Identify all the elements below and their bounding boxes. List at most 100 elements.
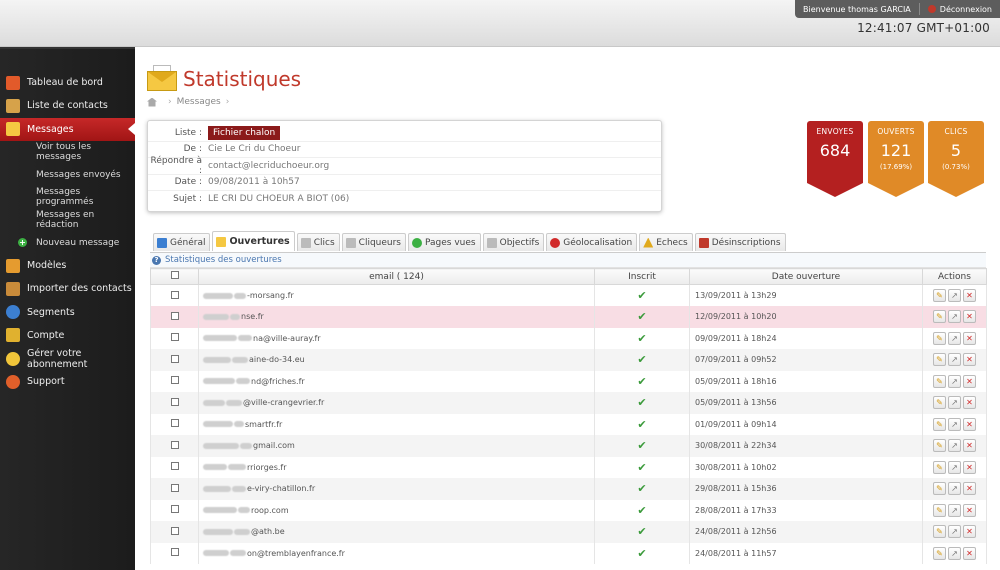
tab-clickers[interactable]: Cliqueurs — [341, 233, 406, 251]
delete-icon[interactable]: ✕ — [963, 546, 976, 560]
sidebar-sub-draft-messages[interactable]: Messages en rédaction — [0, 209, 135, 232]
check-icon: ✔ — [637, 374, 647, 388]
sidebar-item-segments[interactable]: Segments — [0, 300, 135, 323]
cursor-icon[interactable]: ↗ — [948, 439, 961, 453]
column-header-email[interactable]: email ( 124) — [198, 268, 595, 285]
delete-icon[interactable]: ✕ — [963, 439, 976, 453]
sidebar-item-subscription[interactable]: Gérer votre abonnement — [0, 347, 135, 370]
row-checkbox[interactable] — [170, 440, 179, 449]
edit-icon[interactable]: ✎ — [933, 289, 946, 302]
row-checkbox[interactable] — [170, 462, 179, 471]
delete-icon[interactable]: ✕ — [963, 310, 976, 324]
cursor-icon[interactable]: ↗ — [948, 546, 961, 560]
row-checkbox[interactable] — [170, 548, 179, 557]
cursor-icon[interactable]: ↗ — [948, 525, 961, 539]
table-row: e-viry-chatillon.fr ✔ 29/08/2011 à 15h36… — [150, 478, 987, 500]
sidebar-item-templates[interactable]: Modèles — [0, 254, 135, 277]
cursor-icon[interactable]: ↗ — [948, 482, 961, 496]
cursor-icon[interactable]: ↗ — [948, 396, 961, 410]
edit-icon[interactable]: ✎ — [933, 482, 946, 496]
edit-icon[interactable]: ✎ — [933, 460, 946, 474]
sidebar-sub-scheduled-messages[interactable]: Messages programmés — [0, 186, 135, 209]
row-email: nse.fr — [198, 306, 595, 328]
sidebar-item-support[interactable]: Support — [0, 370, 135, 393]
breadcrumb: › Messages › — [147, 97, 234, 107]
delete-icon[interactable]: ✕ — [963, 353, 976, 367]
edit-icon[interactable]: ✎ — [933, 353, 946, 367]
edit-icon[interactable]: ✎ — [933, 310, 946, 324]
delete-icon[interactable]: ✕ — [963, 525, 976, 539]
key-icon — [6, 328, 20, 343]
delete-icon[interactable]: ✕ — [963, 331, 976, 345]
tab-unsubscribes[interactable]: Désinscriptions — [694, 233, 786, 251]
edit-icon[interactable]: ✎ — [933, 417, 946, 431]
tab-objectives[interactable]: Objectifs — [482, 233, 545, 251]
sidebar-item-dashboard[interactable]: Tableau de bord — [0, 71, 135, 94]
edit-icon[interactable]: ✎ — [933, 374, 946, 388]
templates-icon — [6, 258, 20, 273]
cursor-icon[interactable]: ↗ — [948, 374, 961, 388]
column-header-date[interactable]: Date ouverture — [689, 268, 923, 285]
select-all-checkbox[interactable] — [170, 271, 179, 279]
edit-icon[interactable]: ✎ — [933, 396, 946, 410]
home-icon[interactable] — [147, 97, 157, 107]
redacted-text — [228, 464, 246, 471]
sidebar-sub-sent-messages[interactable]: Messages envoyés — [0, 163, 135, 186]
coins-icon — [6, 351, 20, 366]
row-checkbox[interactable] — [170, 333, 179, 342]
cursor-icon[interactable]: ↗ — [948, 310, 961, 324]
divider — [918, 3, 920, 15]
edit-icon[interactable]: ✎ — [933, 331, 946, 345]
sidebar-item-import[interactable]: Importer des contacts — [0, 277, 135, 300]
tab-geolocation[interactable]: Géolocalisation — [546, 233, 638, 251]
sidebar-item-messages[interactable]: Messages — [0, 117, 135, 141]
tab-page-views[interactable]: Pages vues — [408, 233, 481, 251]
delete-icon[interactable]: ✕ — [963, 396, 976, 410]
cursor-icon[interactable]: ↗ — [948, 460, 961, 474]
row-checkbox[interactable] — [170, 483, 179, 492]
row-actions: ✎ ↗ ✕ — [922, 435, 987, 457]
delete-icon[interactable]: ✕ — [963, 503, 976, 517]
cursor-icon[interactable]: ↗ — [948, 289, 961, 302]
tab-openings[interactable]: Ouvertures — [212, 231, 295, 251]
cursor-icon[interactable]: ↗ — [948, 353, 961, 367]
tab-clicks[interactable]: Clics — [296, 233, 340, 251]
row-checkbox[interactable] — [170, 505, 179, 514]
row-checkbox[interactable] — [170, 376, 179, 385]
tab-failures[interactable]: Echecs — [639, 233, 693, 251]
redacted-text — [232, 356, 248, 363]
edit-icon[interactable]: ✎ — [933, 503, 946, 517]
delete-icon[interactable]: ✕ — [963, 374, 976, 388]
sidebar-item-account[interactable]: Compte — [0, 324, 135, 347]
logout-link[interactable]: Déconnexion — [940, 5, 992, 14]
row-actions: ✎ ↗ ✕ — [922, 413, 987, 435]
delete-icon[interactable]: ✕ — [963, 482, 976, 496]
cursor-icon[interactable]: ↗ — [948, 503, 961, 517]
column-header-inscrit[interactable]: Inscrit — [594, 268, 690, 285]
breadcrumb-messages[interactable]: Messages — [177, 97, 221, 107]
sidebar-sub-new-message[interactable]: + Nouveau message — [0, 231, 135, 254]
edit-icon[interactable]: ✎ — [933, 439, 946, 453]
row-checkbox[interactable] — [170, 419, 179, 428]
check-icon: ✔ — [637, 396, 647, 410]
check-icon: ✔ — [637, 331, 647, 345]
delete-icon[interactable]: ✕ — [963, 417, 976, 431]
cursor-icon[interactable]: ↗ — [948, 331, 961, 345]
row-checkbox[interactable] — [170, 526, 179, 535]
delete-icon[interactable]: ✕ — [963, 289, 976, 302]
delete-icon[interactable]: ✕ — [963, 460, 976, 474]
sidebar-sub-all-messages[interactable]: Voir tous les messages — [0, 141, 135, 164]
row-open-date: 30/08/2011 à 22h34 — [689, 435, 923, 457]
row-checkbox[interactable] — [170, 311, 179, 320]
row-checkbox[interactable] — [170, 354, 179, 363]
row-checkbox[interactable] — [170, 397, 179, 406]
edit-icon[interactable]: ✎ — [933, 525, 946, 539]
sidebar-item-contacts[interactable]: Liste de contacts — [0, 94, 135, 117]
info-row-date: Date : 09/08/2011 à 10h57 — [148, 175, 661, 191]
info-row-from: De : Cie Le Cri du Choeur — [148, 142, 661, 158]
cursor-icon[interactable]: ↗ — [948, 417, 961, 431]
edit-icon[interactable]: ✎ — [933, 546, 946, 560]
row-checkbox[interactable] — [170, 290, 179, 299]
tab-general[interactable]: Général — [153, 233, 211, 251]
row-email: nd@friches.fr — [198, 370, 595, 392]
